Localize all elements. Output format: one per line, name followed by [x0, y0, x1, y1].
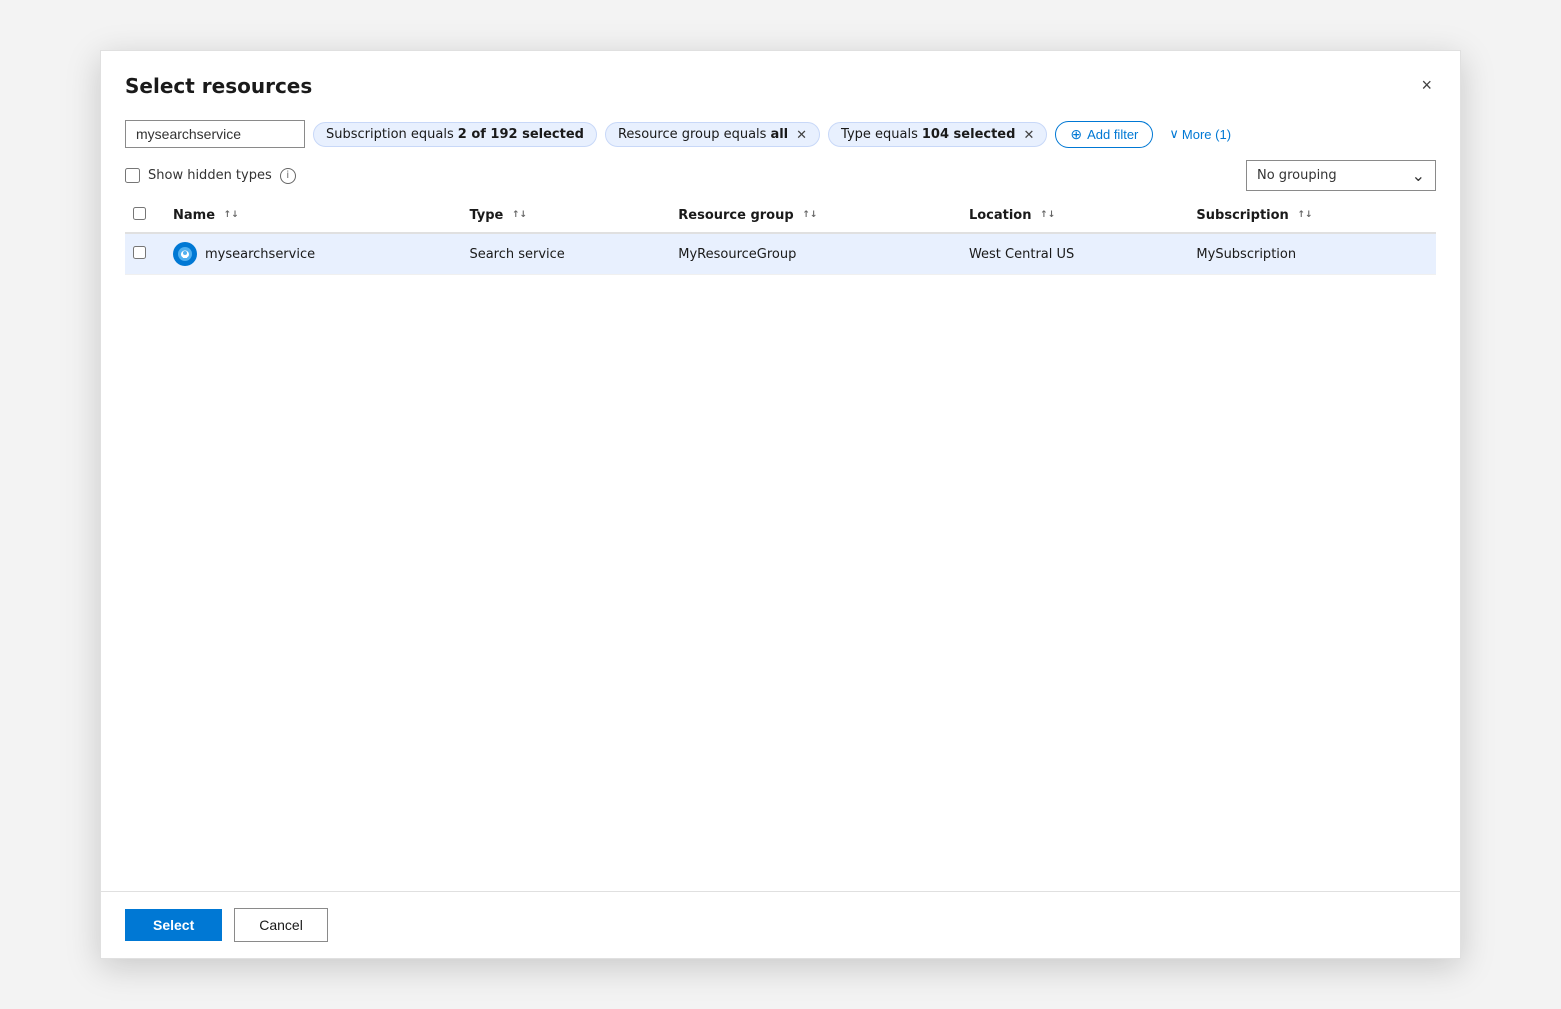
more-label: More (1)	[1182, 127, 1231, 142]
info-icon[interactable]: i	[280, 168, 296, 184]
select-button[interactable]: Select	[125, 909, 222, 941]
row-resource-group-cell: MyResourceGroup	[670, 233, 961, 275]
type-filter-value: 104 selected	[922, 127, 1016, 142]
close-button[interactable]: ×	[1417, 71, 1436, 100]
subscription-sort-icon[interactable]: ↑↓	[1297, 211, 1312, 220]
search-input[interactable]	[125, 120, 305, 148]
options-row: Show hidden types i No grouping ⌄	[101, 156, 1460, 199]
row-location-cell: West Central US	[961, 233, 1188, 275]
toolbar: Subscription equals 2 of 192 selected Re…	[101, 112, 1460, 156]
col-header-location: Location ↑↓	[961, 199, 1188, 233]
row-checkbox[interactable]	[133, 246, 146, 259]
grouping-dropdown[interactable]: No grouping ⌄	[1246, 160, 1436, 191]
show-hidden-types-row: Show hidden types i	[125, 168, 296, 184]
subscription-filter-value: 2 of 192 selected	[458, 127, 584, 142]
table-container: Name ↑↓ Type ↑↓ Resource group ↑↓ Locati…	[101, 199, 1460, 891]
add-filter-label: Add filter	[1087, 127, 1138, 142]
more-button[interactable]: ∨ More (1)	[1161, 122, 1239, 146]
subscription-filter-pill[interactable]: Subscription equals 2 of 192 selected	[313, 122, 597, 147]
row-type-cell: Search service	[461, 233, 670, 275]
type-filter-pill[interactable]: Type equals 104 selected ✕	[828, 122, 1047, 147]
col-header-name: Name ↑↓	[165, 199, 461, 233]
type-filter-prefix: Type equals	[841, 127, 918, 142]
dialog-header: Select resources ×	[101, 51, 1460, 112]
row-subscription-cell: MySubscription	[1188, 233, 1436, 275]
resource-type-icon	[173, 242, 197, 266]
resource-group-filter-pill[interactable]: Resource group equals all ✕	[605, 122, 820, 147]
col-header-resource-group: Resource group ↑↓	[670, 199, 961, 233]
col-header-type: Type ↑↓	[461, 199, 670, 233]
header-select-all-cell	[125, 199, 165, 233]
grouping-chevron-icon: ⌄	[1412, 166, 1425, 185]
name-sort-icon[interactable]: ↑↓	[224, 211, 239, 220]
row-name-label: mysearchservice	[205, 247, 315, 262]
dialog-title: Select resources	[125, 74, 312, 98]
more-chevron: ∨	[1169, 126, 1179, 142]
add-filter-icon: ⊕	[1070, 126, 1082, 143]
row-name-cell: mysearchservice	[165, 233, 461, 275]
grouping-label: No grouping	[1257, 168, 1337, 183]
select-resources-dialog: Select resources × Subscription equals 2…	[100, 50, 1461, 959]
resources-table: Name ↑↓ Type ↑↓ Resource group ↑↓ Locati…	[125, 199, 1436, 275]
subscription-filter-prefix: Subscription equals	[326, 127, 454, 142]
row-select-cell	[125, 233, 165, 275]
location-sort-icon[interactable]: ↑↓	[1040, 211, 1055, 220]
dialog-footer: Select Cancel	[101, 891, 1460, 958]
col-header-subscription: Subscription ↑↓	[1188, 199, 1436, 233]
resource-group-sort-icon[interactable]: ↑↓	[802, 211, 817, 220]
table-header-row: Name ↑↓ Type ↑↓ Resource group ↑↓ Locati…	[125, 199, 1436, 233]
show-hidden-types-label: Show hidden types	[148, 168, 272, 183]
show-hidden-types-checkbox[interactable]	[125, 168, 140, 183]
resource-group-filter-value: all	[770, 127, 788, 142]
cancel-button[interactable]: Cancel	[234, 908, 328, 942]
table-row[interactable]: mysearchservice Search service MyResourc…	[125, 233, 1436, 275]
select-all-checkbox[interactable]	[133, 207, 146, 220]
type-filter-close[interactable]: ✕	[1019, 128, 1034, 141]
resource-group-filter-prefix: Resource group equals	[618, 127, 766, 142]
resource-group-filter-close[interactable]: ✕	[792, 128, 807, 141]
resource-name-container: mysearchservice	[173, 242, 453, 266]
type-sort-icon[interactable]: ↑↓	[512, 211, 527, 220]
add-filter-button[interactable]: ⊕ Add filter	[1055, 121, 1153, 148]
